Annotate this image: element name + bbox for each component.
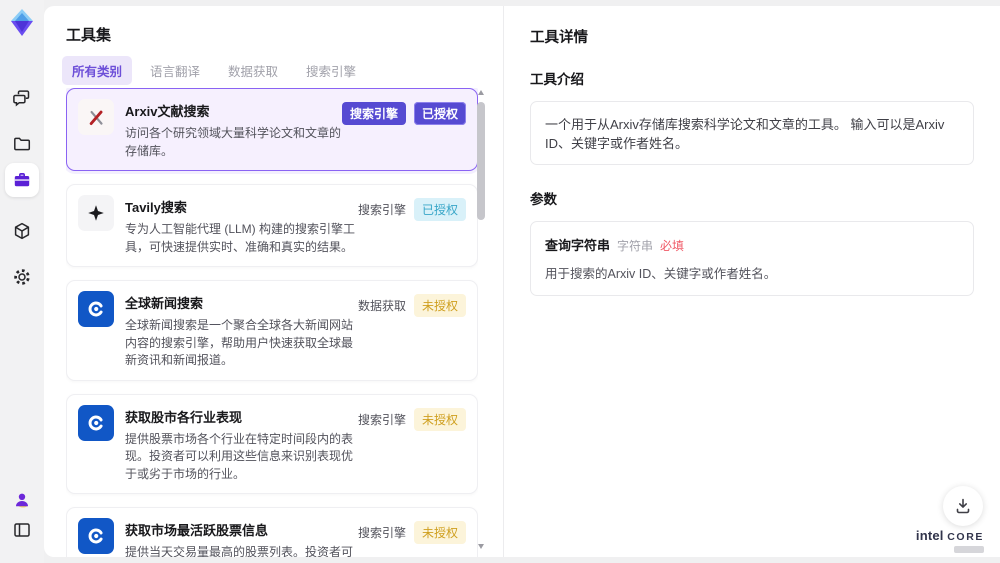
app-window: 工具集 所有类别 语言翻译 数据获取 搜索引擎 Arxiv文献搜索 访问各个研究领域大… bbox=[0, 0, 1000, 563]
tool-name: Tavily搜索 bbox=[125, 200, 187, 216]
parameter-description: 用于搜索的Arxiv ID、关键字或作者姓名。 bbox=[545, 267, 777, 281]
panel-toggle-icon[interactable] bbox=[8, 516, 36, 544]
tool-card[interactable]: Tavily搜索 专为人工智能代理 (LLM) 构建的搜索引擎工具，可快速提供实… bbox=[66, 184, 478, 268]
category-tag: 数据获取 bbox=[357, 299, 406, 314]
intel-core-logo: intel CORE bbox=[916, 528, 984, 553]
params-section-title: 参数 bbox=[530, 192, 557, 207]
tool-description: 访问各个研究领域大量科学论文和文章的存储库。 bbox=[125, 126, 342, 158]
tab-所有类别[interactable]: 所有类别 bbox=[62, 56, 133, 85]
auth-status-badge: 已授权 bbox=[413, 102, 466, 125]
tab-搜索引擎[interactable]: 搜索引擎 bbox=[296, 56, 366, 85]
brand-intel: intel bbox=[915, 528, 944, 543]
tool-description: 全球新闻搜索是一个聚合全球各大新闻网站内容的搜索引擎，帮助用户快速获取全球最新资… bbox=[125, 318, 354, 368]
scroll-up-icon[interactable] bbox=[478, 90, 484, 95]
tool-intro-text: 一个用于从Arxiv存储库搜索科学论文和文章的工具。 输入可以是Arxiv ID… bbox=[530, 101, 974, 165]
tool-card[interactable]: 全球新闻搜索 全球新闻搜索是一个聚合全球各大新闻网站内容的搜索引擎，帮助用户快速… bbox=[66, 280, 478, 381]
tool-description: 提供当天交易量最高的股票列表。投资者可以利用这些信息来识别流动性强的股票和潜在的… bbox=[125, 545, 354, 557]
user-icon[interactable] bbox=[8, 486, 36, 514]
tool-name: 获取股市各行业表现 bbox=[125, 409, 243, 425]
news-blue-icon bbox=[78, 291, 114, 328]
folder-icon[interactable] bbox=[8, 130, 36, 158]
auth-status-badge: 未授权 bbox=[413, 294, 466, 318]
brand-badge bbox=[954, 546, 984, 553]
category-tag: 搜索引擎 bbox=[357, 526, 406, 541]
tool-name: 全球新闻搜索 bbox=[125, 296, 204, 312]
tool-name: Arxiv文献搜索 bbox=[125, 104, 210, 119]
category-tag: 搜索引擎 bbox=[341, 102, 406, 125]
auth-status-badge: 未授权 bbox=[413, 407, 466, 431]
intro-section-title: 工具介绍 bbox=[530, 72, 584, 87]
download-button[interactable] bbox=[943, 486, 983, 526]
tool-description: 提供股票市场各个行业在特定时间段内的表现。投资者可以利用这些信息来识别表现优于或… bbox=[125, 431, 354, 481]
scrollbar-thumb[interactable] bbox=[477, 102, 485, 220]
app-logo-icon bbox=[8, 8, 36, 38]
detail-title: 工具详情 bbox=[530, 30, 588, 46]
tool-description: 专为人工智能代理 (LLM) 构建的搜索引擎工具，可快速提供实时、准确和真实的结… bbox=[125, 222, 356, 254]
news-blue-icon bbox=[78, 518, 114, 555]
tab-语言翻译[interactable]: 语言翻译 bbox=[140, 56, 210, 85]
toolbox-icon[interactable] bbox=[8, 166, 36, 194]
main-panel: 工具集 所有类别 语言翻译 数据获取 搜索引擎 Arxiv文献搜索 访问各个研究领域大… bbox=[44, 6, 1000, 557]
parameter-name: 查询字符串 bbox=[545, 238, 611, 253]
auth-status-badge: 已授权 bbox=[413, 198, 466, 222]
parameter-card: 查询字符串 字符串 必填 用于搜索的Arxiv ID、关键字或作者姓名。 bbox=[530, 221, 974, 296]
scrollbar[interactable] bbox=[477, 90, 486, 549]
tool-name: 获取市场最活跃股票信息 bbox=[125, 523, 269, 539]
auth-status-badge: 未授权 bbox=[413, 521, 466, 545]
chat-icon[interactable] bbox=[8, 84, 36, 112]
tool-detail-panel: 工具详情 工具介绍 一个用于从Arxiv存储库搜索科学论文和文章的工具。 输入可… bbox=[503, 6, 1000, 557]
tool-card[interactable]: 获取市场最活跃股票信息 提供当天交易量最高的股票列表。投资者可以利用这些信息来识… bbox=[66, 507, 478, 557]
news-blue-icon bbox=[78, 404, 114, 441]
required-badge: 必填 bbox=[660, 239, 685, 253]
category-tag: 搜索引擎 bbox=[357, 412, 406, 427]
category-tag: 搜索引擎 bbox=[357, 203, 406, 218]
nav-rail bbox=[0, 0, 44, 563]
category-tabs: 所有类别 语言翻译 数据获取 搜索引擎 bbox=[62, 56, 366, 85]
scroll-down-icon[interactable] bbox=[478, 544, 484, 549]
tool-card[interactable]: 获取股市各行业表现 提供股票市场各个行业在特定时间段内的表现。投资者可以利用这些… bbox=[66, 393, 478, 495]
page-title: 工具集 bbox=[66, 27, 112, 44]
tavily-icon bbox=[78, 195, 114, 232]
parameter-type: 字符串 bbox=[617, 239, 654, 253]
gear-icon[interactable] bbox=[8, 263, 36, 291]
arxiv-icon bbox=[78, 99, 114, 135]
brand-core: CORE bbox=[947, 531, 984, 543]
tool-list: Arxiv文献搜索 访问各个研究领域大量科学论文和文章的存储库。 搜索引擎 已授… bbox=[66, 88, 478, 557]
tab-数据获取[interactable]: 数据获取 bbox=[218, 56, 288, 85]
tool-card[interactable]: Arxiv文献搜索 访问各个研究领域大量科学论文和文章的存储库。 搜索引擎 已授… bbox=[66, 88, 478, 172]
cube-icon[interactable] bbox=[8, 217, 36, 245]
